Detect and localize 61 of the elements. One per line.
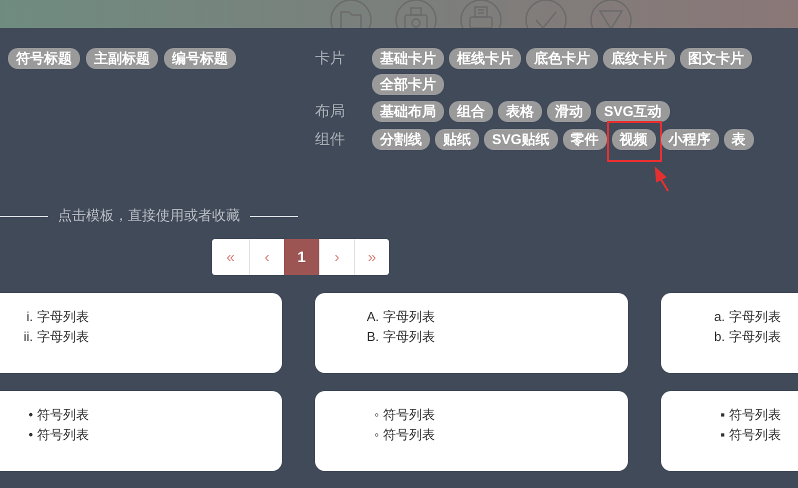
list-marker: B. <box>366 328 379 346</box>
list-marker: A. <box>366 308 379 326</box>
list-card[interactable]: a. 字母列表 b. 字母列表 <box>661 293 798 373</box>
category-tag[interactable]: SVG贴纸 <box>484 129 558 150</box>
list-item-text: 字母列表 <box>37 308 89 326</box>
list-marker: • <box>27 406 33 424</box>
list-marker: ◦ <box>373 406 379 424</box>
category-tag[interactable]: 框线卡片 <box>449 48 521 69</box>
page-button[interactable]: « <box>212 239 249 275</box>
category-tag[interactable]: 组合 <box>449 101 493 122</box>
category-tag[interactable]: 零件 <box>562 129 607 150</box>
list-marker: ◦ <box>373 426 379 444</box>
list-item-text: 符号列表 <box>729 426 781 444</box>
list-card[interactable]: • 符号列表 • 符号列表 <box>0 391 282 471</box>
category-tag[interactable]: 基础布局 <box>372 101 444 122</box>
list-marker: ii. <box>22 328 33 346</box>
category-tag[interactable]: 滑动 <box>547 101 591 122</box>
list-item-text: 符号列表 <box>37 426 89 444</box>
category-tag[interactable]: 表 <box>724 129 754 150</box>
list-item-text: 字母列表 <box>729 308 781 326</box>
category-tag[interactable]: 底纹卡片 <box>603 48 675 69</box>
list-card[interactable]: i. 字母列表 ii. 字母列表 <box>0 293 282 373</box>
category-tag[interactable]: 贴纸 <box>435 129 479 150</box>
category-tag[interactable]: 底色卡片 <box>526 48 598 69</box>
list-item-text: 符号列表 <box>37 406 89 424</box>
category-tag[interactable]: 主副标题 <box>86 48 158 69</box>
group-label: 卡片 <box>315 49 346 69</box>
list-item-text: 字母列表 <box>729 328 781 346</box>
category-tag[interactable]: 基础卡片 <box>372 48 444 69</box>
category-tag[interactable]: 小程序 <box>660 129 719 150</box>
page-button[interactable]: › <box>319 239 354 275</box>
category-tag[interactable]: 图文卡片 <box>680 48 752 69</box>
arrow-icon <box>654 167 670 193</box>
category-tag[interactable]: 分割线 <box>372 129 430 150</box>
list-item-text: 符号列表 <box>383 406 435 424</box>
list-item-text: 符号列表 <box>729 406 781 424</box>
page-button[interactable]: » <box>354 239 389 275</box>
list-card[interactable]: A. 字母列表 B. 字母列表 <box>315 293 628 373</box>
page-button[interactable]: ‹ <box>249 239 284 275</box>
list-item-text: 字母列表 <box>383 328 435 346</box>
list-item-text: 字母列表 <box>383 308 435 326</box>
list-marker: • <box>27 426 33 444</box>
list-marker: b. <box>713 328 725 346</box>
category-tag[interactable]: 符号标题 <box>8 48 80 69</box>
list-item-text: 符号列表 <box>383 426 435 444</box>
hint-text: 点击模板，直接使用或者收藏 <box>58 207 240 225</box>
group-label: 布局 <box>315 102 346 122</box>
group-label: 组件 <box>315 130 346 150</box>
list-marker: a. <box>713 308 725 326</box>
category-tag[interactable]: 视频 <box>612 129 656 150</box>
page-button[interactable]: 1 <box>284 239 319 275</box>
category-tag[interactable]: SVG互动 <box>596 101 670 122</box>
category-tag[interactable]: 全部卡片 <box>372 74 444 95</box>
list-card[interactable]: ◦ 符号列表 ◦ 符号列表 <box>315 391 628 471</box>
list-marker: ▪ <box>719 426 725 444</box>
list-item-text: 字母列表 <box>37 328 89 346</box>
list-marker: i. <box>26 308 33 326</box>
list-marker: ▪ <box>719 406 725 424</box>
list-card[interactable]: ▪ 符号列表 ▪ 符号列表 <box>661 391 798 471</box>
category-tag[interactable]: 编号标题 <box>164 48 236 69</box>
category-tag[interactable]: 表格 <box>498 101 542 122</box>
